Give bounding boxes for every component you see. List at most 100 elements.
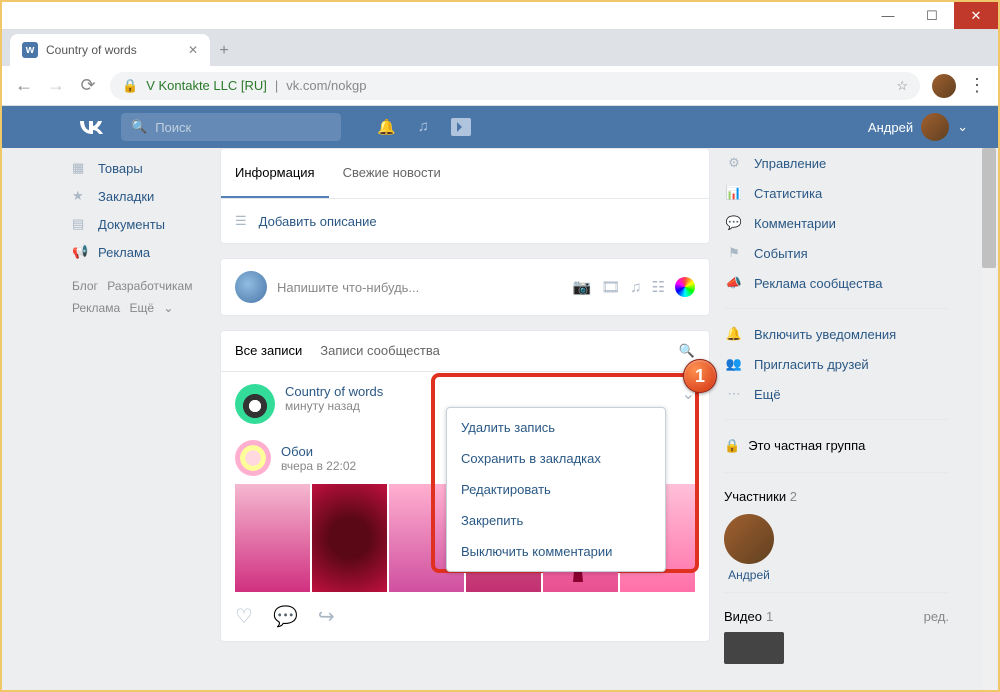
member-item[interactable]: Андрей: [724, 514, 774, 582]
nav-ads[interactable]: 📢Реклама: [62, 238, 212, 266]
tab-news[interactable]: Свежие новости: [329, 149, 455, 198]
music-icon[interactable]: ♫: [418, 118, 429, 136]
repost-time: вчера в 22:02: [281, 459, 360, 473]
bell-icon: 🔔: [724, 326, 744, 342]
stats-icon: 📊: [724, 185, 744, 201]
document-icon: ▤: [72, 216, 88, 232]
private-group-label: 🔒Это частная группа: [724, 430, 949, 462]
gallery-image[interactable]: [312, 484, 387, 592]
tab-info[interactable]: Информация: [221, 149, 329, 198]
goods-icon: ▦: [72, 160, 88, 176]
search-input[interactable]: 🔍 Поиск: [121, 113, 341, 141]
menu-delete[interactable]: Удалить запись: [447, 412, 665, 443]
footer-links: Блог Разработчикам Реклама Ещё ⌄: [62, 266, 212, 329]
vk-logo[interactable]: [77, 113, 105, 141]
right-community-ads[interactable]: 📣Реклама сообщества: [724, 268, 949, 298]
scrollbar[interactable]: [982, 148, 996, 690]
like-icon[interactable]: ♡: [235, 604, 253, 629]
more-icon: ⋯: [724, 386, 744, 402]
right-events[interactable]: ⚑События: [724, 238, 949, 268]
user-avatar: [921, 113, 949, 141]
window-minimize[interactable]: —: [866, 2, 910, 29]
window-maximize[interactable]: ☐: [910, 2, 954, 29]
photo-icon[interactable]: 📷: [573, 278, 592, 296]
comments-icon: 💬: [724, 215, 744, 231]
tab-close-icon[interactable]: ✕: [188, 43, 198, 57]
post-actions-dropdown: Удалить запись Сохранить в закладках Ред…: [446, 407, 666, 572]
video-edit-link[interactable]: ред.: [924, 609, 949, 624]
megaphone-icon: 📢: [72, 244, 88, 260]
menu-disable-comments[interactable]: Выключить комментарии: [447, 536, 665, 567]
member-avatar: [724, 514, 774, 564]
user-menu[interactable]: Андрей ⌄: [868, 113, 968, 141]
nav-bookmarks[interactable]: ★Закладки: [62, 182, 212, 210]
new-tab-button[interactable]: +: [210, 42, 238, 66]
repost-avatar[interactable]: [235, 440, 271, 476]
lock-icon: 🔒: [122, 78, 138, 94]
compose-avatar: [235, 271, 267, 303]
footer-blog[interactable]: Блог: [72, 279, 98, 293]
nav-forward-icon: →: [46, 75, 66, 96]
browser-menu-icon[interactable]: ⋮: [968, 75, 986, 96]
menu-edit[interactable]: Редактировать: [447, 474, 665, 505]
footer-ads[interactable]: Реклама: [72, 301, 120, 315]
search-icon: 🔍: [131, 119, 147, 135]
events-icon: ⚑: [724, 245, 744, 261]
post-author[interactable]: Country of words: [285, 384, 383, 399]
wall-search-icon[interactable]: 🔍: [679, 343, 695, 359]
comment-icon[interactable]: 💬: [273, 604, 298, 629]
browser-tab[interactable]: w Country of words ✕: [10, 34, 210, 66]
vk-favicon: w: [22, 42, 38, 58]
compose-input[interactable]: Напишите что-нибудь...: [277, 280, 563, 295]
address-bar[interactable]: 🔒 V Kontakte LLC [RU] | vk.com/nokgp ☆: [110, 72, 920, 100]
right-comments[interactable]: 💬Комментарии: [724, 208, 949, 238]
repost-author[interactable]: Обои: [281, 444, 360, 459]
add-description[interactable]: ☰ Добавить описание: [221, 199, 709, 243]
nav-reload-icon[interactable]: ⟳: [78, 75, 98, 96]
nav-documents[interactable]: ▤Документы: [62, 210, 212, 238]
members-header[interactable]: Участники 2: [724, 483, 949, 504]
video-player-icon[interactable]: [451, 118, 471, 136]
bookmark-star-icon[interactable]: ☆: [896, 78, 908, 94]
post-time: минуту назад: [285, 399, 383, 413]
right-notifications[interactable]: 🔔Включить уведомления: [724, 319, 949, 349]
description-icon: ☰: [235, 213, 247, 229]
article-icon[interactable]: ☷: [652, 278, 665, 296]
audio-icon[interactable]: ♫: [630, 279, 641, 296]
right-manage[interactable]: ⚙Управление: [724, 148, 949, 178]
video-icon[interactable]: 🎞: [601, 278, 620, 296]
tab-title: Country of words: [46, 43, 137, 57]
gear-icon: ⚙: [724, 155, 744, 171]
profile-avatar-icon[interactable]: [932, 74, 956, 98]
poster-icon[interactable]: [675, 277, 695, 297]
post-author-avatar[interactable]: [235, 384, 275, 424]
menu-save[interactable]: Сохранить в закладках: [447, 443, 665, 474]
window-close[interactable]: ✕: [954, 2, 998, 29]
nav-back-icon[interactable]: ←: [14, 75, 34, 96]
post-menu-button[interactable]: ⌄: [682, 384, 695, 424]
footer-more[interactable]: Ещё ⌄: [129, 301, 173, 315]
right-invite[interactable]: 👥Пригласить друзей: [724, 349, 949, 379]
gallery-image[interactable]: [235, 484, 310, 592]
share-icon[interactable]: ↪: [318, 604, 335, 629]
video-header[interactable]: Видео1 ред.: [724, 603, 949, 624]
wall-tab-community[interactable]: Записи сообщества: [320, 343, 440, 359]
right-stats[interactable]: 📊Статистика: [724, 178, 949, 208]
invite-icon: 👥: [724, 356, 744, 372]
chevron-down-icon: ⌄: [957, 119, 968, 135]
wall-tab-all[interactable]: Все записи: [235, 343, 302, 359]
url-company: V Kontakte LLC [RU]: [146, 78, 267, 93]
member-name: Андрей: [728, 568, 770, 582]
user-name: Андрей: [868, 120, 913, 135]
nav-goods[interactable]: ▦Товары: [62, 154, 212, 182]
notifications-icon[interactable]: 🔔: [377, 118, 396, 136]
megaphone-icon: 📣: [724, 275, 744, 291]
right-more[interactable]: ⋯Ещё: [724, 379, 949, 409]
search-placeholder: Поиск: [155, 120, 191, 135]
menu-pin[interactable]: Закрепить: [447, 505, 665, 536]
star-icon: ★: [72, 188, 88, 204]
url-path: vk.com/nokgp: [286, 78, 366, 93]
video-thumbnail[interactable]: [724, 632, 784, 664]
lock-icon: 🔒: [724, 438, 740, 454]
footer-devs[interactable]: Разработчикам: [107, 279, 192, 293]
